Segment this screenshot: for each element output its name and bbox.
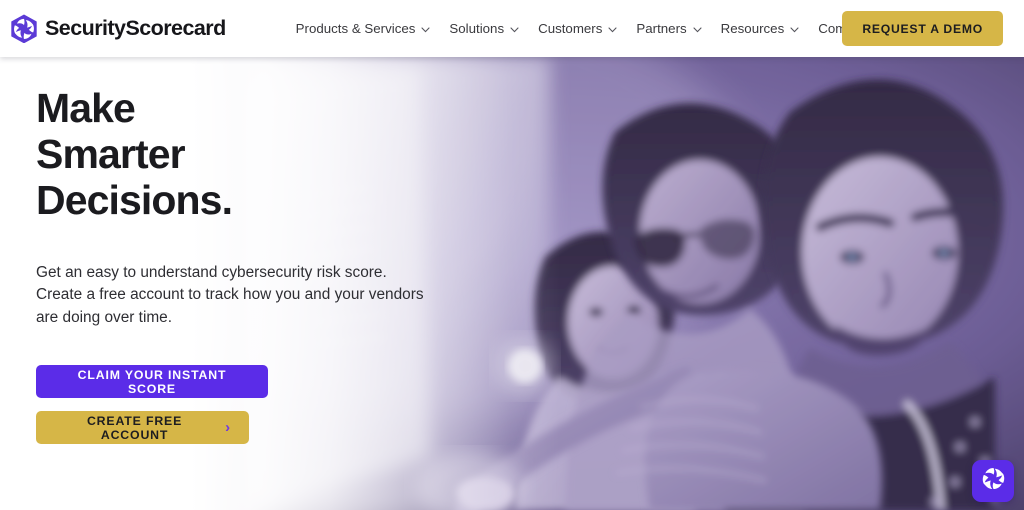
request-a-demo-button[interactable]: REQUEST A DEMO [842,11,1003,46]
nav-item-customers[interactable]: Customers [538,21,617,36]
headline-line-1: Make [36,85,136,131]
brand-logo-link[interactable]: SecurityScorecard [10,13,226,44]
chevron-down-icon [510,21,519,36]
brand-name: SecurityScorecard [45,16,226,40]
nav-item-products-services[interactable]: Products & Services [296,21,431,36]
hero-section: Make Smarter Decisions. Get an easy to u… [0,57,1024,510]
landing-page: SecurityScorecard Products & Services So… [0,0,1024,510]
nav-label: Partners [636,21,687,36]
securityscorecard-pinwheel-logo-icon [981,466,1006,496]
nav-label: Products & Services [295,21,416,36]
headline-line-2: Smarter [36,130,186,177]
chevron-right-icon: › [225,419,231,437]
subcopy-line-3: are doing over time. [36,308,173,326]
main-navigation: Products & Services Solutions Customers … [296,21,909,36]
page-title: Make Smarter Decisions. [36,85,536,224]
create-free-account-button[interactable]: CREATE FREE ACCOUNT › [36,411,249,445]
subcopy-line-1: Get an easy to understand cybersecurity … [36,263,387,281]
hero-content: Make Smarter Decisions. Get an easy to u… [36,85,536,445]
chevron-down-icon [790,21,799,36]
headline-line-3: Decisions. [36,176,233,223]
nav-label: Customers [538,21,603,36]
hero-cta-group: CLAIM YOUR INSTANT SCORE CREATE FREE ACC… [36,365,536,445]
securityscorecard-pinwheel-logo-icon [10,13,38,44]
nav-label: Resources [720,21,785,36]
nav-label: Solutions [449,21,505,36]
chevron-down-icon [421,21,430,36]
hero-subcopy: Get an easy to understand cybersecurity … [36,262,536,329]
chevron-down-icon [693,21,702,36]
primary-cta-label: CLAIM YOUR INSTANT SCORE [77,367,227,396]
claim-your-instant-score-button[interactable]: CLAIM YOUR INSTANT SCORE [36,365,268,399]
chevron-down-icon [608,21,617,36]
site-header: SecurityScorecard Products & Services So… [0,0,1024,57]
nav-item-solutions[interactable]: Solutions [449,21,519,36]
nav-item-resources[interactable]: Resources [721,21,800,36]
secondary-cta-label: CREATE FREE ACCOUNT [86,413,183,442]
subcopy-line-2: Create a free account to track how you a… [36,286,424,304]
nav-item-partners[interactable]: Partners [636,21,702,36]
chat-widget-button[interactable] [972,460,1014,502]
